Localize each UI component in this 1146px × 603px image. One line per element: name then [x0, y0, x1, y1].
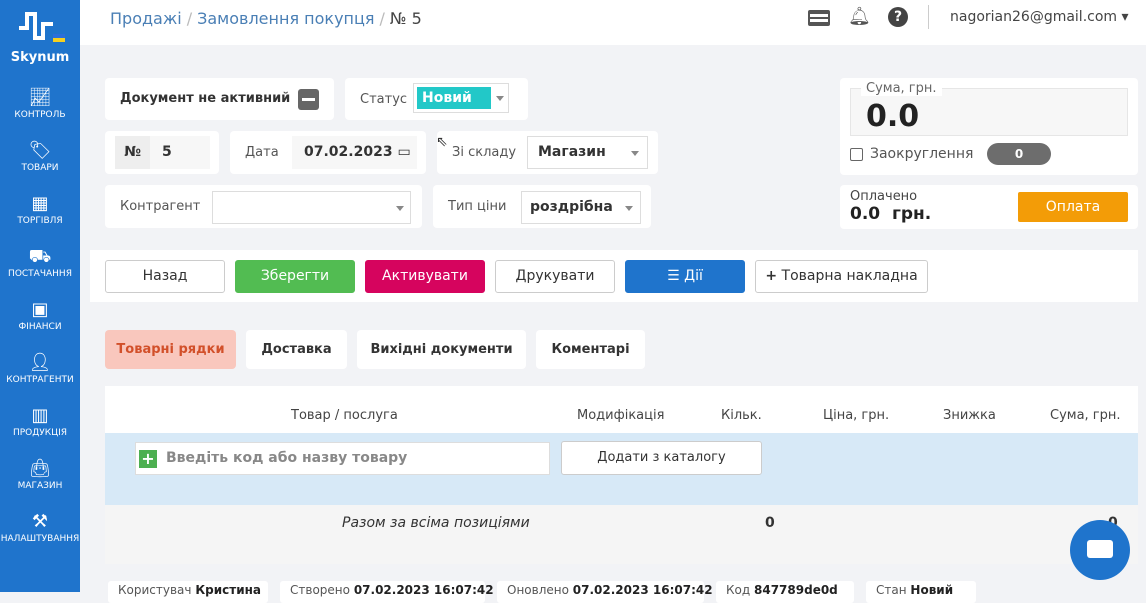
breadcrumb-orders[interactable]: Замовлення покупця	[197, 9, 374, 28]
truck-icon: ⛟	[28, 246, 52, 267]
number-input[interactable]: 5	[150, 136, 210, 169]
chat-icon	[1087, 540, 1113, 558]
tab-delivery[interactable]: Доставка	[246, 330, 347, 369]
sidebar-item-4[interactable]: ▣ ФІНАНСИ	[0, 298, 80, 332]
user-menu[interactable]: nagorian26@gmail.com ▾	[950, 9, 1129, 25]
chevron-down-icon	[631, 151, 639, 156]
date-card: Дата 07.02.2023 ▭	[230, 131, 426, 174]
factory-icon: ▥	[31, 405, 49, 426]
tab-comments[interactable]: Коментарі	[536, 330, 645, 369]
contractor-select[interactable]	[212, 191, 411, 224]
status-select[interactable]: Новий	[413, 83, 509, 113]
footer-info-3: Код 847789de0d	[716, 581, 854, 603]
logo[interactable]: Skynum	[0, 10, 80, 65]
tab-product-lines[interactable]: Товарні рядки	[105, 330, 236, 369]
cash-register-icon: ▦	[31, 193, 49, 214]
toggle-active-checkbox[interactable]	[298, 89, 319, 110]
shop-bag-icon: 👜︎	[28, 458, 52, 479]
contractor-card: Контрагент	[105, 185, 422, 228]
activate-button[interactable]: Активувати	[365, 260, 485, 293]
price-type-select[interactable]: роздрібна	[521, 191, 641, 224]
plus-icon: +	[139, 450, 157, 468]
chart-icon: 📈︎	[28, 87, 52, 108]
plus-icon: +	[765, 268, 778, 284]
actions-button[interactable]: ☰ Дії	[625, 260, 745, 293]
toolbar: Назад Зберегти Активувати Друкувати ☰ Ді…	[90, 250, 1138, 302]
pay-button[interactable]: Оплата	[1018, 192, 1128, 222]
breadcrumb-sales[interactable]: Продажі	[110, 9, 182, 28]
sidebar: Skynum 📈︎ КОНТРОЛЬ 🏷︎ ТОВАРИ ▦ ТОРГІВЛЯ ⛟ ПОСТА…	[0, 0, 80, 592]
back-button[interactable]: Назад	[105, 260, 225, 293]
chevron-down-icon	[496, 96, 504, 101]
total-row: Разом за всіма позиціями 0 0	[105, 505, 1138, 564]
paid-card: Оплачено 0.0 грн. Оплата	[840, 185, 1138, 229]
save-button[interactable]: Зберегти	[235, 260, 355, 293]
user-icon: 👤︎	[28, 352, 52, 373]
print-button[interactable]: Друкувати	[495, 260, 615, 293]
help-icon[interactable]: ?	[888, 7, 908, 27]
warehouse-select[interactable]: Магазин	[527, 136, 648, 169]
divider	[928, 5, 929, 29]
price-type-card: Тип ціни роздрібна	[433, 185, 651, 228]
rounding-value[interactable]: 0	[987, 143, 1051, 165]
mouse-cursor-icon: ⇖	[436, 134, 448, 150]
breadcrumb-current: № 5	[389, 9, 422, 28]
sidebar-item-2[interactable]: ▦ ТОРГІВЛЯ	[0, 192, 80, 226]
chevron-down-icon	[625, 206, 633, 211]
sum-value: 0.0	[866, 99, 920, 134]
list-check-icon: ☰	[667, 268, 680, 284]
add-row: + Введіть код або назву товару Додати з …	[105, 433, 1138, 505]
logo-icon	[19, 12, 65, 42]
inactive-card: Документ не активний	[105, 78, 334, 120]
product-search-input[interactable]: + Введіть код або назву товару	[135, 442, 550, 475]
footer-info-0: Користувач Кристина	[108, 581, 268, 603]
chat-button[interactable]	[1070, 520, 1130, 580]
status-card: Статус Новий	[345, 78, 528, 120]
footer-info-4: Стан Новий	[866, 581, 976, 603]
tab-output-docs[interactable]: Вихідні документи	[357, 330, 526, 369]
sidebar-item-0[interactable]: 📈︎ КОНТРОЛЬ	[0, 86, 80, 120]
tag-icon: 🏷︎	[28, 140, 52, 161]
sidebar-item-8[interactable]: ⚒ НАЛАШТУВАННЯ	[0, 510, 80, 544]
calendar-icon[interactable]: ▭	[397, 144, 410, 160]
bell-icon[interactable]: 🔔︎	[848, 6, 871, 27]
tools-icon: ⚒	[31, 511, 49, 532]
chevron-down-icon	[396, 206, 404, 211]
sum-card: Сума, грн. 0.0 Заокруглення 0	[840, 78, 1138, 175]
header: Продажі / Замовлення покупця / № 5 🔔︎ ? nago…	[80, 0, 1146, 45]
sidebar-item-1[interactable]: 🏷︎ ТОВАРИ	[0, 139, 80, 173]
list-icon[interactable]	[808, 10, 830, 26]
breadcrumb: Продажі / Замовлення покупця / № 5	[110, 9, 422, 28]
sidebar-item-6[interactable]: ▥ ПРОДУКЦІЯ	[0, 404, 80, 438]
add-from-catalog-button[interactable]: Додати з каталогу	[561, 441, 762, 475]
sidebar-item-7[interactable]: 👜︎ МАГАЗИН	[0, 457, 80, 491]
rounding-checkbox[interactable]	[850, 148, 863, 161]
footer-info-2: Оновлено 07.02.2023 16:07:42	[497, 581, 713, 603]
warehouse-card: Зі складу Магазин	[437, 131, 658, 174]
wallet-icon: ▣	[31, 299, 49, 320]
footer-info-1: Створено 07.02.2023 16:07:42	[280, 581, 494, 603]
date-input[interactable]: 07.02.2023 ▭	[292, 136, 417, 169]
invoice-button[interactable]: + Товарна накладна	[755, 260, 928, 293]
number-card: № 5	[105, 131, 219, 174]
sidebar-item-5[interactable]: 👤︎ КОНТРАГЕНТИ	[0, 351, 80, 385]
sidebar-item-3[interactable]: ⛟ ПОСТАЧАННЯ	[0, 245, 80, 279]
